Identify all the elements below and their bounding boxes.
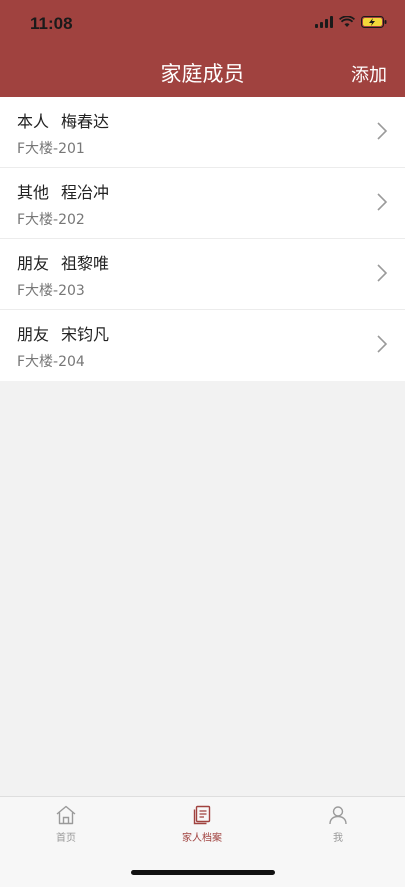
member-row[interactable]: 其他 程冶冲 F大楼-202	[0, 168, 405, 239]
status-icons	[315, 16, 387, 28]
member-address: F大楼-202	[17, 212, 85, 228]
chevron-right-icon	[377, 122, 388, 140]
battery-charging-icon	[361, 16, 387, 28]
member-relation: 其他	[17, 183, 50, 202]
member-title: 朋友 祖黎唯	[17, 250, 109, 274]
tab-family-records[interactable]: 家人档案	[152, 805, 252, 844]
chevron-right-icon	[377, 335, 388, 353]
member-relation: 朋友	[17, 325, 50, 344]
tab-label: 首页	[56, 833, 76, 844]
nav-bar: 家庭成员 添加	[0, 50, 405, 97]
member-name: 宋钧凡	[61, 325, 110, 344]
member-title: 其他 程冶冲	[17, 179, 109, 203]
member-row[interactable]: 本人 梅春达 F大楼-201	[0, 97, 405, 168]
header: 11:08 家庭成员 添加	[0, 0, 405, 97]
chevron-right-icon	[377, 264, 388, 282]
member-list: 本人 梅春达 F大楼-201 其他 程冶冲 F大楼-202 朋友 祖黎唯 F大楼-20…	[0, 97, 405, 381]
member-title: 朋友 宋钧凡	[17, 321, 109, 345]
status-bar: 11:08	[0, 0, 405, 50]
member-row[interactable]: 朋友 宋钧凡 F大楼-204	[0, 310, 405, 381]
signal-icon	[315, 16, 333, 28]
page-title: 家庭成员	[160, 62, 245, 86]
wifi-icon	[339, 16, 355, 27]
member-row[interactable]: 朋友 祖黎唯 F大楼-203	[0, 239, 405, 310]
member-name: 祖黎唯	[61, 254, 110, 273]
tab-label: 我	[333, 833, 343, 844]
page: 11:08 家庭成员 添加 本人 梅春达 F大楼-201 其他 程冶冲 F大楼-…	[0, 0, 405, 887]
member-name: 梅春达	[61, 112, 110, 131]
home-icon	[56, 805, 76, 825]
tab-me[interactable]: 我	[288, 805, 388, 844]
home-indicator	[131, 870, 275, 875]
user-icon	[329, 806, 347, 825]
tab-home[interactable]: 首页	[16, 805, 116, 844]
status-time: 11:08	[30, 14, 73, 33]
member-title: 本人 梅春达	[17, 108, 109, 132]
member-address: F大楼-203	[17, 283, 85, 299]
add-button[interactable]: 添加	[351, 61, 387, 87]
member-address: F大楼-204	[17, 354, 85, 370]
tab-label: 家人档案	[182, 833, 222, 844]
member-name: 程冶冲	[61, 183, 110, 202]
member-relation: 朋友	[17, 254, 50, 273]
member-address: F大楼-201	[17, 141, 85, 157]
member-relation: 本人	[17, 112, 50, 131]
document-icon	[193, 805, 211, 825]
chevron-right-icon	[377, 193, 388, 211]
